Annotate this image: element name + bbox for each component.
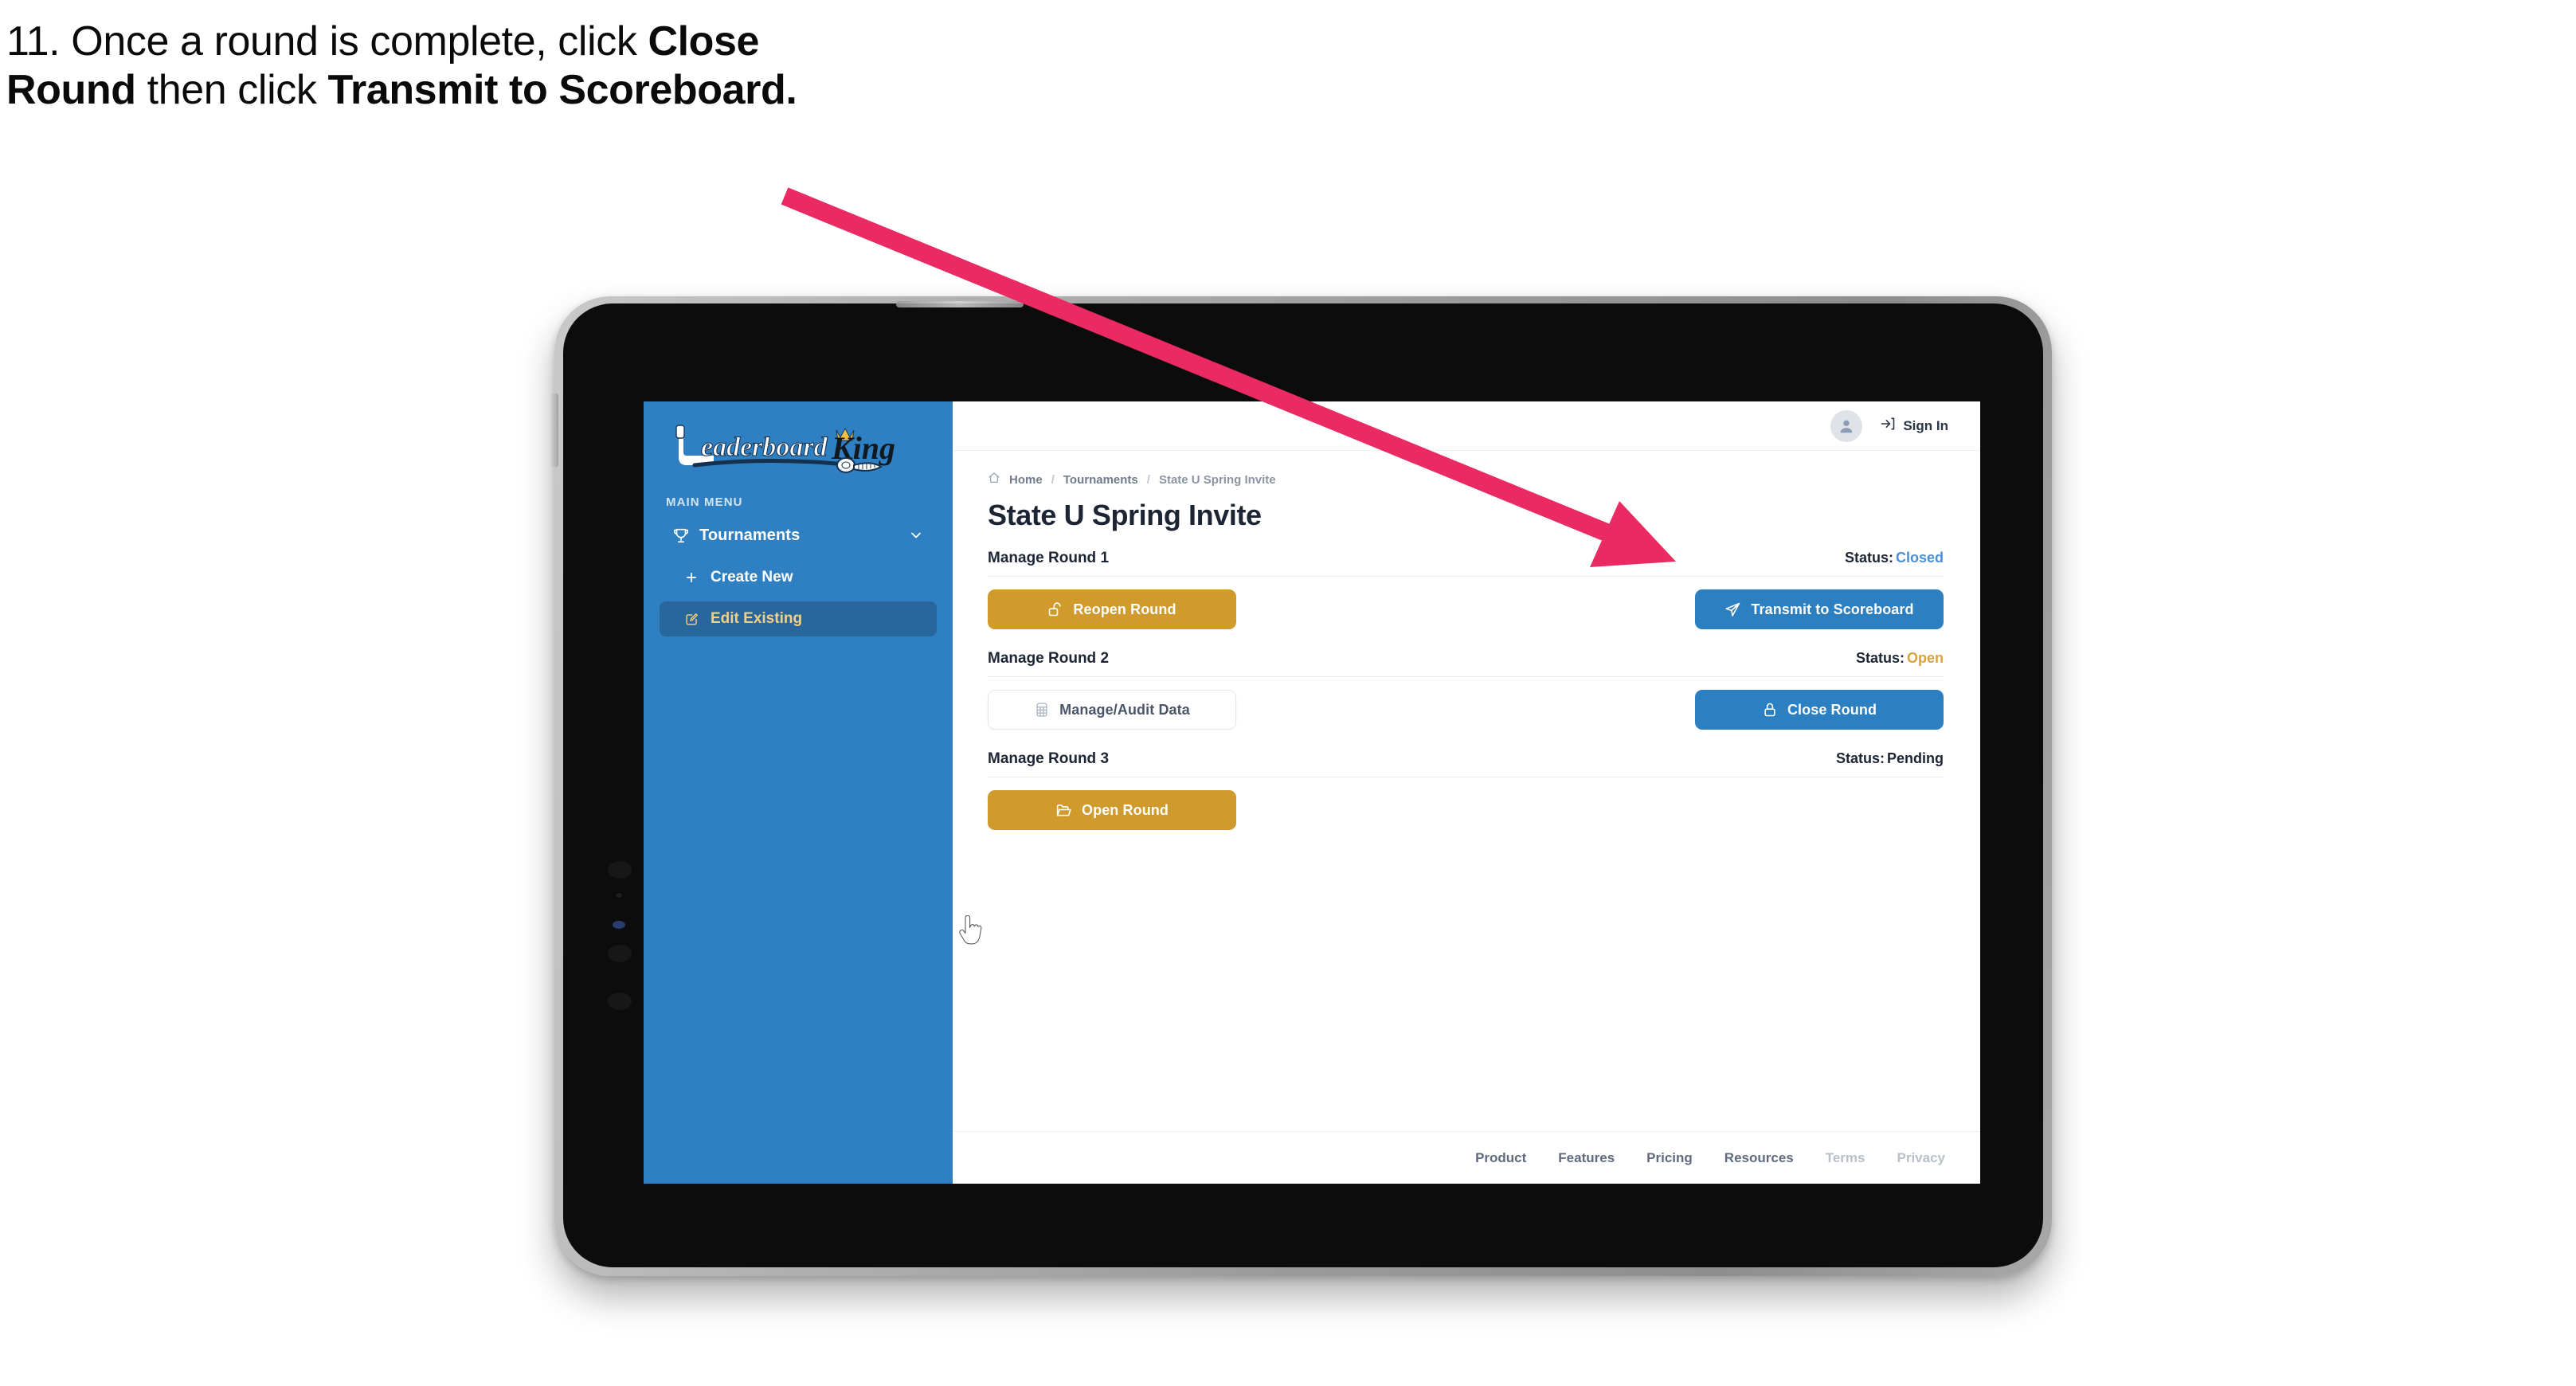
- sidebar-item-create-new[interactable]: Create New: [660, 560, 937, 595]
- open-round-button[interactable]: Open Round: [988, 790, 1236, 830]
- round-block-3: Manage Round 3 Status: Pending Open Roun…: [988, 750, 1944, 830]
- round-status: Status: Open: [1856, 650, 1944, 667]
- instruction-caption: 11. Once a round is complete, click Clos…: [6, 18, 851, 116]
- footer-link-privacy[interactable]: Privacy: [1897, 1150, 1946, 1166]
- round-header: Manage Round 1 Status: Closed: [988, 550, 1944, 577]
- status-label: Status:: [1844, 550, 1893, 566]
- button-label: Close Round: [1787, 701, 1877, 718]
- footer: Product Features Pricing Resources Terms…: [953, 1131, 1980, 1184]
- footer-link-pricing[interactable]: Pricing: [1646, 1150, 1693, 1166]
- round-header: Manage Round 3 Status: Pending: [988, 750, 1944, 777]
- footer-link-terms[interactable]: Terms: [1826, 1150, 1865, 1166]
- status-value: Closed: [1895, 550, 1944, 566]
- home-icon[interactable]: [988, 472, 1000, 487]
- button-label: Open Round: [1082, 801, 1169, 818]
- breadcrumb-separator: /: [1146, 472, 1150, 487]
- sign-in-button[interactable]: Sign In: [1880, 416, 1948, 436]
- transmit-to-scoreboard-button[interactable]: Transmit to Scoreboard: [1695, 589, 1944, 629]
- button-label: Manage/Audit Data: [1059, 701, 1190, 718]
- caption-text-mid: then click: [135, 67, 328, 114]
- round-header: Manage Round 2 Status: Open: [988, 650, 1944, 677]
- brand-logo[interactable]: eaderboard King: [644, 401, 953, 491]
- screenshot-root: 11. Once a round is complete, click Clos…: [0, 0, 2576, 1386]
- round-block-1: Manage Round 1 Status: Closed Reopen Rou…: [988, 550, 1944, 629]
- top-bar: Sign In: [953, 401, 1980, 451]
- sidebar-item-label: Create New: [711, 569, 793, 585]
- round-status: Status: Closed: [1845, 550, 1944, 566]
- round-block-2: Manage Round 2 Status: Open Manage/Audit…: [988, 650, 1944, 730]
- round-status: Status: Pending: [1836, 750, 1944, 767]
- round-actions: Open Round: [988, 790, 1944, 830]
- sidebar-item-label: Edit Existing: [711, 610, 803, 627]
- sidebar: eaderboard King MAIN MENU Tournaments Cr…: [644, 401, 982, 1184]
- sign-in-arrow-icon: [1880, 416, 1896, 436]
- chevron-down-icon[interactable]: [908, 527, 927, 543]
- footer-link-resources[interactable]: Resources: [1725, 1150, 1794, 1166]
- round-title: Manage Round 1: [988, 550, 1110, 566]
- sign-in-label: Sign In: [1903, 417, 1948, 433]
- breadcrumb-separator: /: [1051, 472, 1055, 487]
- page-body: Home / Tournaments / State U Spring Invi…: [953, 451, 1980, 1131]
- tablet-sensor-dot: [608, 861, 632, 879]
- breadcrumb-item-home[interactable]: Home: [1009, 473, 1043, 487]
- open-folder-icon: [1055, 802, 1072, 819]
- round-actions: Manage/Audit Data Close Round: [988, 690, 1944, 730]
- footer-link-product[interactable]: Product: [1475, 1150, 1526, 1166]
- page-title: State U Spring Invite: [988, 499, 1262, 531]
- send-paper-plane-icon: [1725, 601, 1741, 618]
- tablet-sensor-dot: [616, 893, 622, 898]
- status-label: Status:: [1855, 650, 1905, 666]
- tablet-sensor-dot: [608, 993, 632, 1010]
- tablet-black-body: eaderboard King MAIN MENU Tournaments Cr…: [563, 301, 2043, 1267]
- status-value: Open: [1906, 650, 1944, 666]
- tablet-device-mockup: eaderboard King MAIN MENU Tournaments Cr…: [551, 296, 2052, 1276]
- caption-bold-transmit: Transmit to Scoreboard.: [327, 67, 797, 114]
- caption-text-pre: 11. Once a round is complete, click: [6, 18, 648, 65]
- table-grid-icon: [1034, 702, 1050, 718]
- svg-text:eaderboard: eaderboard: [701, 433, 828, 462]
- leaderboard-king-logo-icon: eaderboard King: [675, 425, 895, 473]
- close-round-button[interactable]: Close Round: [1695, 690, 1944, 730]
- round-actions: Reopen Round Transmit to Scoreboard: [988, 589, 1944, 629]
- unlock-icon: [1047, 601, 1063, 617]
- trophy-icon: [669, 527, 693, 544]
- tablet-sensor-dot: [608, 945, 632, 962]
- status-label: Status:: [1835, 750, 1885, 766]
- sidebar-item-tournaments[interactable]: Tournaments: [660, 517, 937, 554]
- breadcrumb-item-current: State U Spring Invite: [1158, 472, 1276, 487]
- sidebar-item-label: Tournaments: [699, 526, 801, 544]
- status-value: Pending: [1887, 750, 1944, 766]
- sidebar-item-edit-existing[interactable]: Edit Existing: [660, 601, 937, 636]
- main-content: Sign In Home / Tournaments / State U Spr…: [953, 401, 1980, 1184]
- tablet-camera-lens: [613, 921, 625, 929]
- sidebar-section-label: MAIN MENU: [666, 495, 743, 509]
- round-title: Manage Round 2: [988, 650, 1110, 667]
- reopen-round-button[interactable]: Reopen Round: [988, 589, 1236, 629]
- app-screen: eaderboard King MAIN MENU Tournaments Cr…: [644, 401, 1980, 1184]
- plus-icon: [680, 570, 703, 585]
- breadcrumb-item-tournaments[interactable]: Tournaments: [1063, 473, 1138, 487]
- lock-icon: [1762, 702, 1778, 718]
- tablet-side-button: [551, 393, 558, 467]
- round-title: Manage Round 3: [988, 750, 1110, 767]
- button-label: Transmit to Scoreboard: [1751, 601, 1914, 617]
- breadcrumb: Home / Tournaments / State U Spring Invi…: [988, 472, 1944, 487]
- footer-link-features[interactable]: Features: [1558, 1150, 1615, 1166]
- edit-square-icon: [680, 612, 703, 627]
- manage-audit-data-button[interactable]: Manage/Audit Data: [988, 690, 1236, 730]
- button-label: Reopen Round: [1073, 601, 1176, 617]
- user-avatar-icon[interactable]: [1830, 409, 1863, 442]
- tablet-speaker-slit: [896, 301, 1024, 307]
